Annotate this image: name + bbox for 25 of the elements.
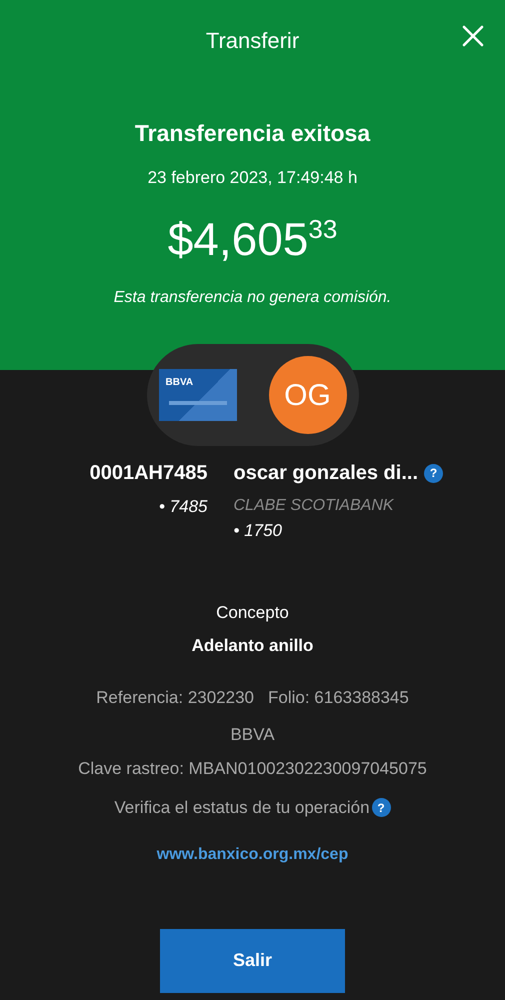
transfer-datetime: 23 febrero 2023, 17:49:48 h [148, 166, 358, 188]
help-icon[interactable]: ? [372, 798, 391, 818]
recipient-suffix: • 1750 [234, 520, 282, 542]
exit-button[interactable]: Salir [160, 928, 345, 992]
avatar: OG [268, 356, 346, 434]
amount-cents: 33 [308, 214, 338, 244]
banxico-link[interactable]: www.banxico.org.mx/cep [156, 842, 348, 866]
concept-label: Concepto [216, 602, 289, 624]
window-title: Transferir [206, 27, 300, 55]
bank-text: BBVA [230, 724, 275, 746]
transfer-amount: $4,605 [168, 214, 308, 264]
status-title: Transferencia exitosa [134, 119, 370, 148]
help-icon[interactable]: ? [424, 464, 444, 482]
origin-account: 0001AH7485 [90, 461, 208, 486]
recipient-bank: CLABE SCOTIABANK [234, 496, 394, 516]
recipient-name: oscar gonzales di... [234, 461, 418, 486]
card-brand: BBVA [166, 376, 194, 390]
folio-text: Folio: 6163388345 [268, 686, 409, 708]
commission-note: Esta transferencia no genera comisión. [114, 288, 392, 308]
verify-text: Verifica el estatus de tu operación [114, 797, 370, 819]
close-button[interactable] [461, 24, 485, 48]
reference-text: Referencia: 2302230 [96, 686, 254, 708]
origin-suffix: • 7485 [159, 496, 208, 518]
tracking-key: Clave rastreo: MBAN01002302230097045075 [78, 756, 427, 781]
concept-value: Adelanto anillo [192, 635, 314, 657]
